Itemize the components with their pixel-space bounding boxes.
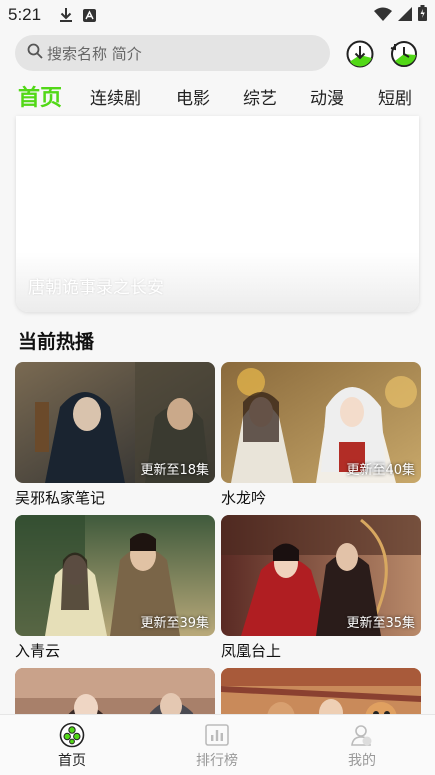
download-circle-icon <box>346 40 374 68</box>
tab-variety[interactable]: 综艺 <box>243 76 277 116</box>
bottom-navigation: 首页 排行榜 我的 <box>0 714 435 775</box>
battery-icon <box>418 5 427 25</box>
nav-ranking-label: 排行榜 <box>196 752 238 769</box>
search-input[interactable]: 搜索名称 简介 <box>15 35 330 71</box>
signal-icon <box>398 6 412 25</box>
episode-badge: 更新至40集 <box>346 463 415 478</box>
video-title: 吴邪私家笔记 <box>15 489 106 507</box>
nav-profile-label: 我的 <box>348 752 376 769</box>
poster-thumbnail: 更新至35集 <box>221 515 421 636</box>
wifi-icon <box>374 6 392 25</box>
search-icon <box>27 43 47 63</box>
profile-icon <box>349 722 375 748</box>
tab-anime[interactable]: 动漫 <box>310 76 344 116</box>
episode-badge: 更新至39集 <box>140 616 209 631</box>
status-bar: 5:21 <box>0 0 435 30</box>
section-title: 当前热播 <box>18 331 95 353</box>
poster-thumbnail: 更新至18集 <box>15 362 215 483</box>
app-screen: 5:21 搜索名称 简介 首页 连续剧 电影 综艺 动漫 短剧 唐朝诡事录之长安… <box>0 0 435 775</box>
featured-banner[interactable]: 唐朝诡事录之长安 <box>16 116 419 312</box>
nav-home-label: 首页 <box>58 752 86 769</box>
download-icon <box>59 7 73 23</box>
video-title: 入青云 <box>15 642 61 660</box>
video-card[interactable]: 更新至40集 水龙吟 <box>221 362 421 507</box>
episode-badge: 更新至35集 <box>346 616 415 631</box>
video-card[interactable]: 更新至18集 吴邪私家笔记 <box>15 362 215 507</box>
video-title: 凤凰台上 <box>221 642 282 660</box>
history-button[interactable] <box>389 39 419 69</box>
category-tabs: 首页 连续剧 电影 综艺 动漫 短剧 <box>0 76 435 116</box>
nav-ranking[interactable]: 排行榜 <box>157 715 277 775</box>
video-card[interactable]: 更新至35集 凤凰台上 <box>221 515 421 660</box>
search-placeholder: 搜索名称 简介 <box>47 44 142 63</box>
tab-short-drama[interactable]: 短剧 <box>378 76 412 116</box>
download-manager-button[interactable] <box>345 39 375 69</box>
poster-thumbnail: 更新至39集 <box>15 515 215 636</box>
nav-profile[interactable]: 我的 <box>302 715 422 775</box>
episode-badge: 更新至18集 <box>140 463 209 478</box>
history-icon <box>390 41 417 67</box>
nav-home[interactable]: 首页 <box>12 715 132 775</box>
home-icon <box>59 722 85 748</box>
video-card[interactable]: 更新至39集 入青云 <box>15 515 215 660</box>
tab-home[interactable]: 首页 <box>18 76 62 116</box>
video-title: 水龙吟 <box>221 489 267 507</box>
poster-thumbnail: 更新至40集 <box>221 362 421 483</box>
banner-title: 唐朝诡事录之长安 <box>28 278 164 298</box>
tab-movies[interactable]: 电影 <box>176 76 210 116</box>
status-time: 5:21 <box>8 5 42 24</box>
app-notification-icon <box>83 8 97 22</box>
ranking-chart-icon <box>204 722 230 748</box>
tab-series[interactable]: 连续剧 <box>90 76 141 116</box>
